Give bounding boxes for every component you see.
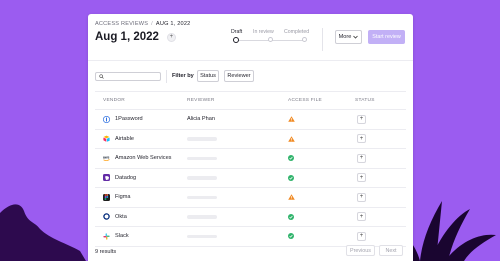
- warning-icon: [288, 136, 295, 142]
- step-completed-label: Completed: [284, 29, 310, 35]
- start-review-button[interactable]: Start review: [368, 30, 405, 44]
- step-in-review-label: In review: [253, 29, 274, 35]
- warning-icon: [288, 116, 295, 122]
- section-divider: [88, 60, 413, 61]
- airtable-logo: [103, 135, 110, 143]
- table-row[interactable]: Okta +: [95, 208, 406, 227]
- check-circle-icon: [288, 155, 294, 162]
- plus-icon: +: [359, 233, 364, 240]
- next-page-button[interactable]: Next: [379, 245, 403, 256]
- breadcrumb-current: AUG 1, 2022: [155, 21, 191, 27]
- reviewer-placeholder: [187, 137, 217, 141]
- status-add-button[interactable]: +: [357, 134, 366, 144]
- column-header-status[interactable]: STATUS: [355, 98, 375, 103]
- slack-logo: [103, 233, 110, 240]
- reviewer-placeholder: [187, 176, 217, 180]
- step-draft-label: Draft: [231, 29, 243, 35]
- more-button[interactable]: More: [335, 30, 362, 44]
- filter-by-label: Filter by: [172, 73, 194, 79]
- step-in-review-dot: [268, 37, 273, 42]
- step-draft-dot: [233, 36, 239, 43]
- 1password-logo: [103, 115, 110, 123]
- search-input[interactable]: [104, 73, 158, 80]
- table-header: VENDOR REVIEWER ACCESS FILE STATUS: [95, 91, 406, 110]
- table-row[interactable]: aws Amazon Web Services +: [95, 149, 406, 169]
- vendor-name: Figma: [115, 194, 131, 201]
- datadog-logo: [103, 174, 110, 182]
- svg-text:aws: aws: [103, 155, 110, 159]
- reviewer-placeholder: [187, 156, 217, 160]
- column-header-access-file[interactable]: ACCESS FILE: [288, 98, 322, 103]
- vendor-name: Airtable: [115, 135, 134, 142]
- reviewer-placeholder: [187, 215, 217, 219]
- breadcrumb-separator: /: [151, 21, 153, 27]
- vendor-name: Datadog: [115, 174, 137, 181]
- status-add-button[interactable]: +: [357, 153, 366, 163]
- status-filter-chip[interactable]: Status: [197, 70, 219, 82]
- okta-logo: [103, 213, 110, 220]
- check-circle-icon: [288, 233, 294, 240]
- column-header-vendor[interactable]: VENDOR: [103, 98, 125, 103]
- step-completed-dot: [302, 37, 307, 42]
- breadcrumb: ACCESS REVIEWS / AUG 1, 2022: [95, 21, 190, 27]
- review-stepper: Draft In review Completed: [231, 29, 309, 49]
- reviewer-name: Alicia Phan: [187, 116, 215, 123]
- table-footer: 9 results Previous Next: [95, 245, 406, 261]
- warning-icon: [288, 194, 295, 200]
- status-add-button[interactable]: +: [357, 212, 366, 222]
- status-add-button[interactable]: +: [357, 192, 366, 202]
- vendor-name: Okta: [115, 213, 127, 220]
- start-review-label: Start review: [372, 34, 401, 40]
- plus-icon: +: [169, 34, 174, 40]
- status-add-button[interactable]: +: [357, 231, 366, 241]
- vendor-name: Slack: [115, 233, 129, 240]
- page-title: Aug 1, 2022: [95, 31, 159, 43]
- header-divider: [322, 28, 323, 51]
- plus-icon: +: [359, 213, 364, 220]
- check-circle-icon: [288, 174, 294, 181]
- previous-page-button[interactable]: Previous: [346, 245, 375, 256]
- status-add-button[interactable]: +: [357, 173, 366, 183]
- more-button-label: More: [338, 34, 352, 40]
- reviewer-placeholder: [187, 234, 217, 238]
- add-button[interactable]: +: [166, 32, 176, 42]
- table-row[interactable]: Datadog +: [95, 169, 406, 188]
- filter-divider: [166, 70, 167, 83]
- vendors-table: VENDOR REVIEWER ACCESS FILE STATUS 1Pass…: [95, 91, 406, 247]
- plus-icon: +: [359, 116, 364, 123]
- table-row[interactable]: 1Password Alicia Phan +: [95, 110, 406, 130]
- check-circle-icon: [288, 213, 294, 220]
- status-add-button[interactable]: +: [357, 114, 366, 124]
- plus-icon: +: [359, 135, 364, 142]
- vendor-name: Amazon Web Services: [115, 155, 172, 162]
- table-row[interactable]: Slack +: [95, 227, 406, 247]
- column-header-reviewer[interactable]: REVIEWER: [187, 98, 215, 103]
- plus-icon: +: [359, 174, 364, 181]
- plus-icon: +: [359, 194, 364, 201]
- table-row[interactable]: Figma +: [95, 188, 406, 208]
- plus-icon: +: [359, 155, 364, 162]
- breadcrumb-parent-link[interactable]: ACCESS REVIEWS: [95, 21, 148, 27]
- table-row[interactable]: Airtable +: [95, 130, 406, 149]
- access-review-card: ACCESS REVIEWS / AUG 1, 2022 Aug 1, 2022 +…: [88, 14, 413, 261]
- figma-logo: [103, 193, 110, 201]
- results-count: 9 results: [95, 249, 117, 255]
- chevron-down-icon: [353, 35, 359, 39]
- search-field[interactable]: [95, 72, 161, 81]
- vendor-name: 1Password: [115, 116, 143, 123]
- reviewer-placeholder: [187, 195, 217, 199]
- aws-logo: aws: [103, 155, 110, 162]
- reviewer-filter-chip[interactable]: Reviewer: [224, 70, 254, 82]
